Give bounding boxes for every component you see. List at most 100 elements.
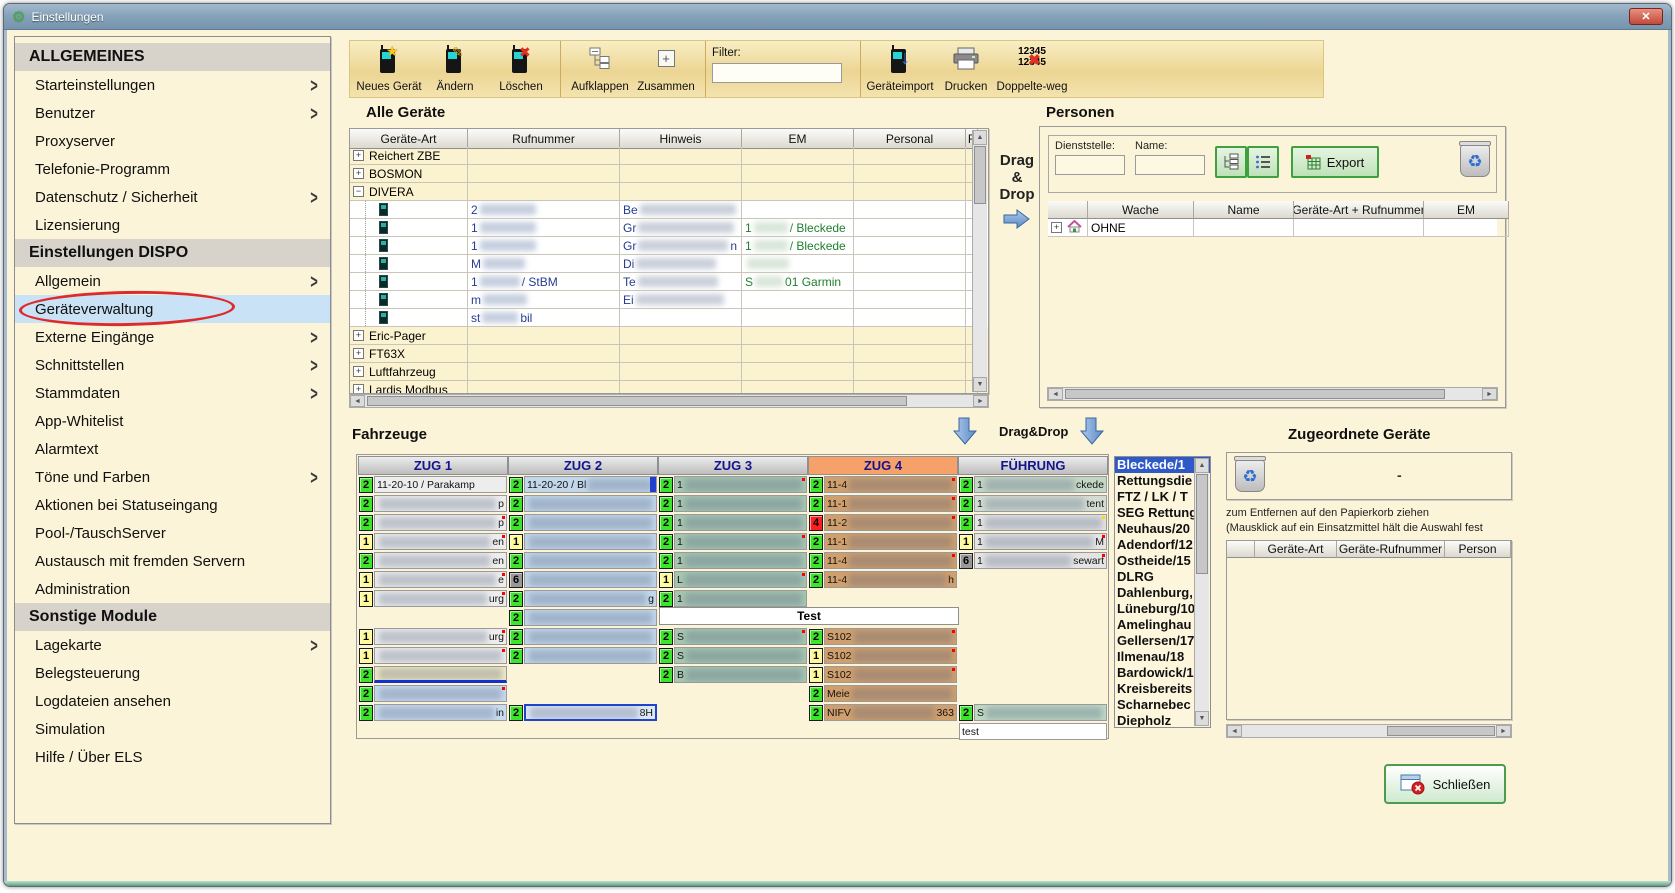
sidebar-item-telefonie-programm[interactable]: Telefonie-Programm: [15, 155, 330, 183]
fahrzeug-cell[interactable]: 1S102: [808, 646, 958, 665]
fahrzeug-cell[interactable]: 2: [358, 665, 508, 684]
devices-column-header[interactable]: Rufnummer: [468, 129, 620, 149]
tree-view-button[interactable]: [1215, 146, 1247, 178]
test-separator[interactable]: Test: [659, 607, 959, 625]
fahrzeug-cell[interactable]: 2: [508, 513, 658, 532]
fahrzeug-cell[interactable]: 2: [508, 608, 658, 627]
assigned-hscrollbar[interactable]: ◄►: [1226, 724, 1512, 738]
fahrzeug-cell[interactable]: 1S102: [808, 665, 958, 684]
device-row[interactable]: 1/ StBMTeS01 Garmin: [350, 273, 988, 291]
close-icon[interactable]: ✕: [1629, 8, 1663, 25]
close-window-button[interactable]: Schließen: [1384, 764, 1506, 804]
device-row[interactable]: 1Gr1/ Bleckede: [350, 219, 988, 237]
tree-toggle-icon[interactable]: +: [353, 348, 364, 359]
fahrzeuge-column-header[interactable]: FÜHRUNG: [958, 456, 1108, 475]
sidebar-item-t-ne-und-farben[interactable]: Töne und Farben>: [15, 463, 330, 491]
fahrzeug-cell[interactable]: 1e: [358, 570, 508, 589]
fahrzeug-cell[interactable]: 211-20-20 / Bl: [508, 475, 658, 494]
fahrzeug-cell[interactable]: 2S: [658, 646, 808, 665]
sidebar-item-datenschutz-sicherheit[interactable]: Datenschutz / Sicherheit>: [15, 183, 330, 211]
fahrzeug-cell[interactable]: 2: [508, 646, 658, 665]
fahrzeug-cell[interactable]: 1urg: [358, 589, 508, 608]
vertical-scrollbar[interactable]: ▲▼: [972, 130, 987, 392]
fahrzeug-cell[interactable]: 1: [358, 646, 508, 665]
device-group-row[interactable]: +Lardis Modbus: [350, 381, 988, 394]
device-group-row[interactable]: −DIVERA: [350, 183, 988, 201]
device-row[interactable]: stbil: [350, 309, 988, 327]
fahrzeuge-column-header[interactable]: ZUG 3: [658, 456, 808, 475]
device-row[interactable]: 1Grn1/ Bleckede: [350, 237, 988, 255]
tree-toggle-icon[interactable]: +: [353, 330, 364, 341]
fahrzeug-cell[interactable]: 2: [358, 684, 508, 703]
devices-hscrollbar[interactable]: ◄►: [349, 394, 989, 408]
fahrzeug-cell[interactable]: 211-20-10 / Parakamp: [358, 475, 508, 494]
fahrzeug-cell[interactable]: 2p: [358, 494, 508, 513]
aendern-button[interactable]: ✎Ändern: [422, 44, 488, 96]
fahrzeug-cell[interactable]: 21: [658, 513, 808, 532]
name-input[interactable]: [1135, 155, 1205, 175]
sidebar-item-ger-teverwaltung[interactable]: Geräteverwaltung: [15, 295, 330, 323]
sidebar-item-externe-eing-nge[interactable]: Externe Eingänge>: [15, 323, 330, 351]
sidebar-item-lagekarte[interactable]: Lagekarte>: [15, 631, 330, 659]
fahrzeug-cell[interactable]: 2in: [358, 703, 508, 722]
fahrzeuge-column-header[interactable]: ZUG 1: [358, 456, 508, 475]
fahrzeug-cell[interactable]: 211-4: [808, 551, 958, 570]
fahrzeug-cell[interactable]: 211-1: [808, 494, 958, 513]
neues-geraet-button[interactable]: ★Neues Gerät: [356, 44, 422, 96]
personen-hscrollbar[interactable]: ◄►: [1047, 387, 1498, 401]
device-row[interactable]: 2Be: [350, 201, 988, 219]
personen-column-header[interactable]: [1048, 201, 1088, 219]
sidebar-item-app-whitelist[interactable]: App-Whitelist: [15, 407, 330, 435]
devices-column-header[interactable]: Personal: [854, 129, 966, 149]
assigned-recycle-bin-icon[interactable]: ♻: [1235, 460, 1265, 492]
sidebar-item-allgemein[interactable]: Allgemein>: [15, 267, 330, 295]
fahrzeug-cell[interactable]: 211-4h: [808, 570, 958, 589]
fahrzeug-cell[interactable]: 1en: [358, 532, 508, 551]
device-row[interactable]: mEi: [350, 291, 988, 309]
personen-column-header[interactable]: EM: [1424, 201, 1509, 219]
sidebar-item-pool-tauschserver[interactable]: Pool-/TauschServer: [15, 519, 330, 547]
assigned-column-header[interactable]: Person: [1445, 541, 1511, 558]
devices-column-header[interactable]: Hinweis: [620, 129, 742, 149]
sidebar-item-schnittstellen[interactable]: Schnittstellen>: [15, 351, 330, 379]
sidebar-item-starteinstellungen[interactable]: Starteinstellungen>: [15, 71, 330, 99]
fahrzeug-cell[interactable]: 2en: [358, 551, 508, 570]
fahrzeug-cell[interactable]: test: [958, 722, 1108, 741]
device-row[interactable]: MDi: [350, 255, 988, 273]
device-group-row[interactable]: +Eric-Pager: [350, 327, 988, 345]
assigned-column-header[interactable]: [1227, 541, 1255, 558]
personen-column-header[interactable]: Geräte-Art + Rufnummer: [1294, 201, 1424, 219]
fahrzeug-cell[interactable]: 411-2: [808, 513, 958, 532]
sidebar-item-lizensierung[interactable]: Lizensierung: [15, 211, 330, 239]
fahrzeug-cell[interactable]: 28H: [508, 703, 658, 722]
fahrzeug-cell[interactable]: 1L: [658, 570, 808, 589]
fahrzeug-cell[interactable]: 1: [508, 532, 658, 551]
personen-column-header[interactable]: Name: [1194, 201, 1294, 219]
device-group-row[interactable]: +Reichert ZBE: [350, 147, 988, 165]
person-row[interactable]: +OHNE: [1048, 219, 1497, 237]
loeschen-button[interactable]: ✖Löschen: [488, 44, 554, 96]
dienststelle-input[interactable]: [1055, 155, 1125, 175]
sidebar-item-alarmtext[interactable]: Alarmtext: [15, 435, 330, 463]
fahrzeug-cell[interactable]: 2Meie: [808, 684, 958, 703]
geraeteimport-button[interactable]: ↓Geräteimport: [867, 44, 933, 96]
tree-toggle-icon[interactable]: +: [1051, 222, 1062, 233]
fahrzeug-cell[interactable]: 21ckede: [958, 475, 1108, 494]
sidebar-item-proxyserver[interactable]: Proxyserver: [15, 127, 330, 155]
fahrzeug-cell[interactable]: 2NIFV363: [808, 703, 958, 722]
fahrzeug-cell[interactable]: 211-1: [808, 532, 958, 551]
sidebar-item-hilfe-ber-els[interactable]: Hilfe / Über ELS: [15, 743, 330, 771]
fahrzeug-cell[interactable]: 21: [658, 532, 808, 551]
tree-toggle-icon[interactable]: +: [353, 384, 364, 394]
fahrzeug-cell[interactable]: 2g: [508, 589, 658, 608]
personen-column-header[interactable]: Wache: [1088, 201, 1194, 219]
fahrzeug-cell[interactable]: 21: [658, 589, 808, 608]
sidebar-item-stammdaten[interactable]: Stammdaten>: [15, 379, 330, 407]
fahrzeug-cell[interactable]: 2B: [658, 665, 808, 684]
fahrzeug-cell[interactable]: 21: [658, 551, 808, 570]
fahrzeug-cell[interactable]: 211-4: [808, 475, 958, 494]
sidebar-item-administration[interactable]: Administration: [15, 575, 330, 603]
fahrzeuge-column-header[interactable]: ZUG 2: [508, 456, 658, 475]
zusammen-button[interactable]: +Zusammen: [633, 44, 699, 96]
fahrzeug-cell[interactable]: 2: [508, 551, 658, 570]
